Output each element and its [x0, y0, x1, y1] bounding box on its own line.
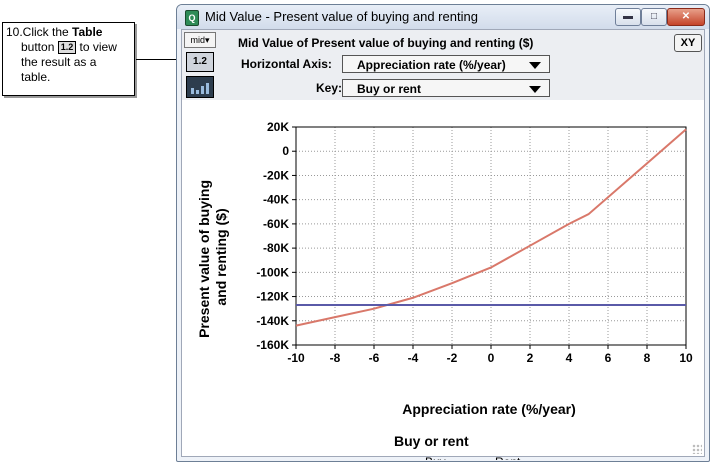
- horizontal-axis-label: Horizontal Axis:: [241, 57, 332, 71]
- mid-value-dropdown[interactable]: mid▾: [184, 32, 216, 48]
- x-tick-label: 4: [566, 351, 573, 365]
- legend-title: Buy or rent: [394, 433, 469, 449]
- y-tick-label: -40K: [263, 193, 289, 207]
- close-button[interactable]: ✕: [667, 8, 705, 26]
- y-tick-label: -140K: [256, 314, 289, 328]
- horizontal-axis-dropdown[interactable]: Appreciation rate (%/year): [342, 55, 550, 73]
- y-axis-label-line-1: Present value of buying: [196, 180, 212, 338]
- x-tick-label: 2: [527, 351, 534, 365]
- x-tick-labels: -10 -8 -6 -4 -2 0 2 4 6 8 10: [287, 351, 693, 365]
- y-tick-label: 20K: [267, 120, 289, 134]
- legend-label-rent: Rent: [495, 455, 521, 460]
- maximize-button[interactable]: □: [641, 8, 667, 26]
- x-tick-label: 6: [605, 351, 612, 365]
- graph-view-button[interactable]: [186, 76, 214, 98]
- x-tick-label: 0: [488, 351, 495, 365]
- chart-grid: [292, 126, 687, 349]
- legend: Buy Rent: [425, 455, 521, 460]
- table-view-button[interactable]: 1.2: [186, 52, 214, 72]
- window-title: Mid Value - Present value of buying and …: [205, 9, 478, 24]
- x-tick-label: -8: [330, 351, 341, 365]
- xy-button[interactable]: XY: [674, 34, 702, 52]
- y-tick-label: -20K: [263, 168, 289, 182]
- app-icon: Q: [185, 10, 199, 26]
- y-axis-label-line-2: and renting ($): [213, 208, 229, 305]
- callout-line-3: the result as a: [21, 55, 97, 69]
- x-axis-label: Appreciation rate (%/year): [402, 401, 576, 417]
- chevron-down-icon: [529, 86, 541, 93]
- title-bar[interactable]: Q Mid Value - Present value of buying an…: [177, 5, 709, 29]
- y-tick-label: -80K: [263, 241, 289, 255]
- chevron-down-icon: [529, 62, 541, 69]
- key-value: Buy or rent: [357, 82, 422, 96]
- y-tick-label: -160K: [256, 338, 289, 352]
- result-window-client: mid▾ 1.2 Mid Value of Present value of b…: [181, 29, 705, 460]
- y-tick-label: 0: [282, 144, 289, 158]
- horizontal-axis-value: Appreciation rate (%/year): [357, 58, 506, 72]
- key-dropdown[interactable]: Buy or rent: [342, 79, 550, 97]
- result-title: Mid Value of Present value of buying and…: [238, 36, 534, 50]
- key-label: Key:: [316, 81, 343, 95]
- callout-line-1: 10.Click the Table: [6, 25, 103, 39]
- x-tick-label: 8: [644, 351, 651, 365]
- callout-line-4: table.: [21, 70, 51, 84]
- mid-value-window: Q Mid Value - Present value of buying an…: [176, 4, 710, 462]
- x-tick-label: -6: [369, 351, 380, 365]
- legend-label-buy: Buy: [425, 455, 446, 460]
- result-toolbar: mid▾ 1.2 Mid Value of Present value of b…: [182, 30, 704, 100]
- line-chart: 20K 0 -20K -40K -60K -80K -100K -120K -140K -160K…: [196, 120, 693, 460]
- x-tick-label: -2: [447, 351, 458, 365]
- x-tick-label: 10: [679, 351, 693, 365]
- x-tick-label: -10: [287, 351, 305, 365]
- graph-icon-bar: [206, 83, 209, 94]
- y-tick-labels: 20K 0 -20K -40K -60K -80K -100K -120K -140K -160K: [256, 120, 289, 352]
- y-axis-label: Present value of buying and renting ($): [196, 176, 229, 338]
- x-tick-label: -4: [408, 351, 419, 365]
- graph-icon-bar: [196, 90, 199, 94]
- y-tick-label: -100K: [256, 265, 289, 279]
- callout-line-2: button 1.2 to view: [21, 40, 117, 55]
- graph-icon-bar: [201, 86, 204, 94]
- y-tick-label: -60K: [263, 217, 289, 231]
- y-tick-label: -120K: [256, 290, 289, 304]
- table-button-icon: 1.2: [57, 41, 77, 55]
- graph-icon: [191, 88, 194, 94]
- tutorial-callout: 10.Click the Table button 1.2 to view th…: [2, 22, 135, 96]
- minimize-button[interactable]: ▬: [615, 8, 641, 26]
- resize-grip[interactable]: [692, 444, 702, 454]
